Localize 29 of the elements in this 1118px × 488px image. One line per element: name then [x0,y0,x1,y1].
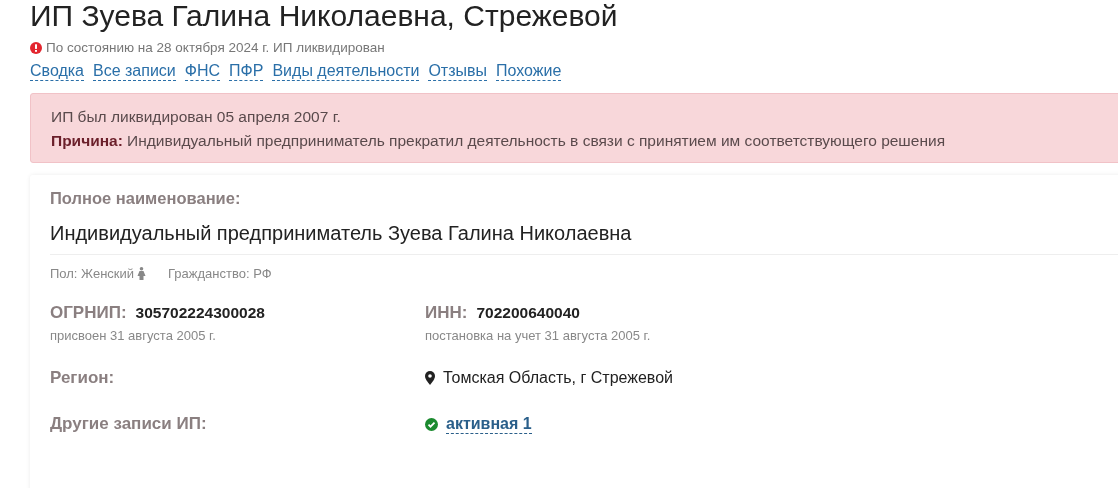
field-label: ОГРНИП: [50,303,127,323]
reason-text: Причина: Индивидуальный предприниматель прекратил деятельность в связи с принятием им соответствующего решения [51,131,947,151]
date-note: постановка на учет 31 августа 2005 г. [425,328,652,343]
code-value: 702200640040 [476,304,580,322]
location-pin-icon [425,371,435,385]
date-note: присвоен 31 августа 2005 г. [50,328,217,343]
field-label: Полное наименование: [50,189,242,208]
code-value: 305702224300028 [135,304,265,322]
status-text: По состоянию на 28 октября 2024 г. ИП ликвидирован [46,40,385,55]
field-label: Другие записи ИП: [50,413,208,435]
nav-link[interactable]: Все записи [93,61,176,81]
page-title: ИП Зуева Галина Николаевна, Стрежевой [30,0,619,32]
nav-link[interactable]: Отзывы [428,61,488,81]
female-icon [137,267,147,280]
alert-text: ИП был ликвидирован 05 апреля 2007 г. [51,107,342,127]
region-value: Томская Область, г Стрежевой [443,369,673,387]
nav-link[interactable]: Похожие [496,61,562,81]
records-link[interactable]: активная 1 [446,414,532,434]
citizenship-text: Гражданство: РФ [168,266,272,281]
nav-link[interactable]: ФНС [184,61,221,81]
field-label: Регион: [50,367,116,389]
check-circle-icon [425,417,438,431]
gender-text: Пол: Женский [50,266,135,281]
nav-link[interactable]: Сводка [30,61,84,81]
field-label: ИНН: [425,303,468,323]
full-name: Индивидуальный предприниматель Зуева Галина Николаевна [50,222,1118,255]
nav-link[interactable]: ПФР [229,61,264,81]
nav-link[interactable]: Виды деятельности [272,61,420,81]
alert-icon [30,41,42,54]
